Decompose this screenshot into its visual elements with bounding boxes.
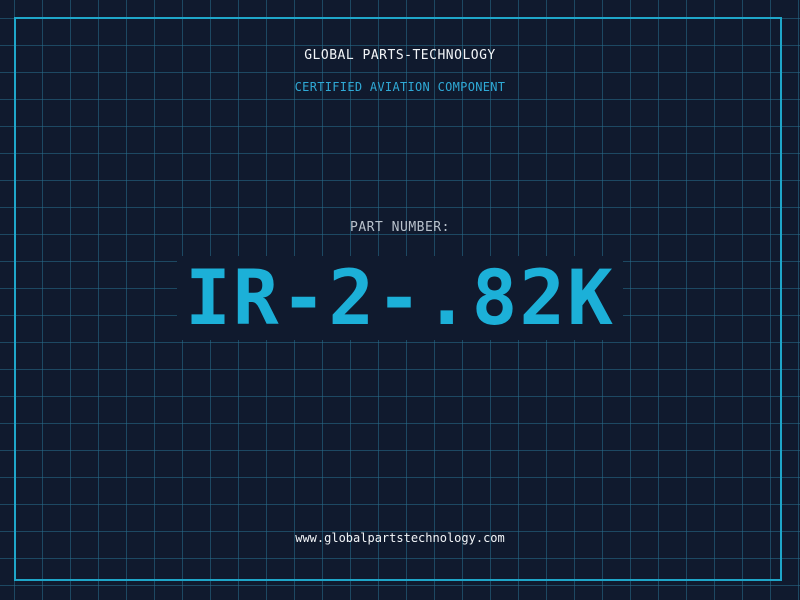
website-url: www.globalpartstechnology.com (295, 531, 505, 545)
company-name: GLOBAL PARTS-TECHNOLOGY (304, 48, 496, 63)
part-number-label: PART NUMBER: (350, 220, 450, 235)
part-label-card: GLOBAL PARTS-TECHNOLOGY CERTIFIED AVIATI… (0, 0, 800, 600)
part-number-container: IR-2-.82K (0, 256, 800, 340)
part-number-value: IR-2-.82K (177, 256, 623, 340)
certification-text: CERTIFIED AVIATION COMPONENT (294, 80, 506, 94)
